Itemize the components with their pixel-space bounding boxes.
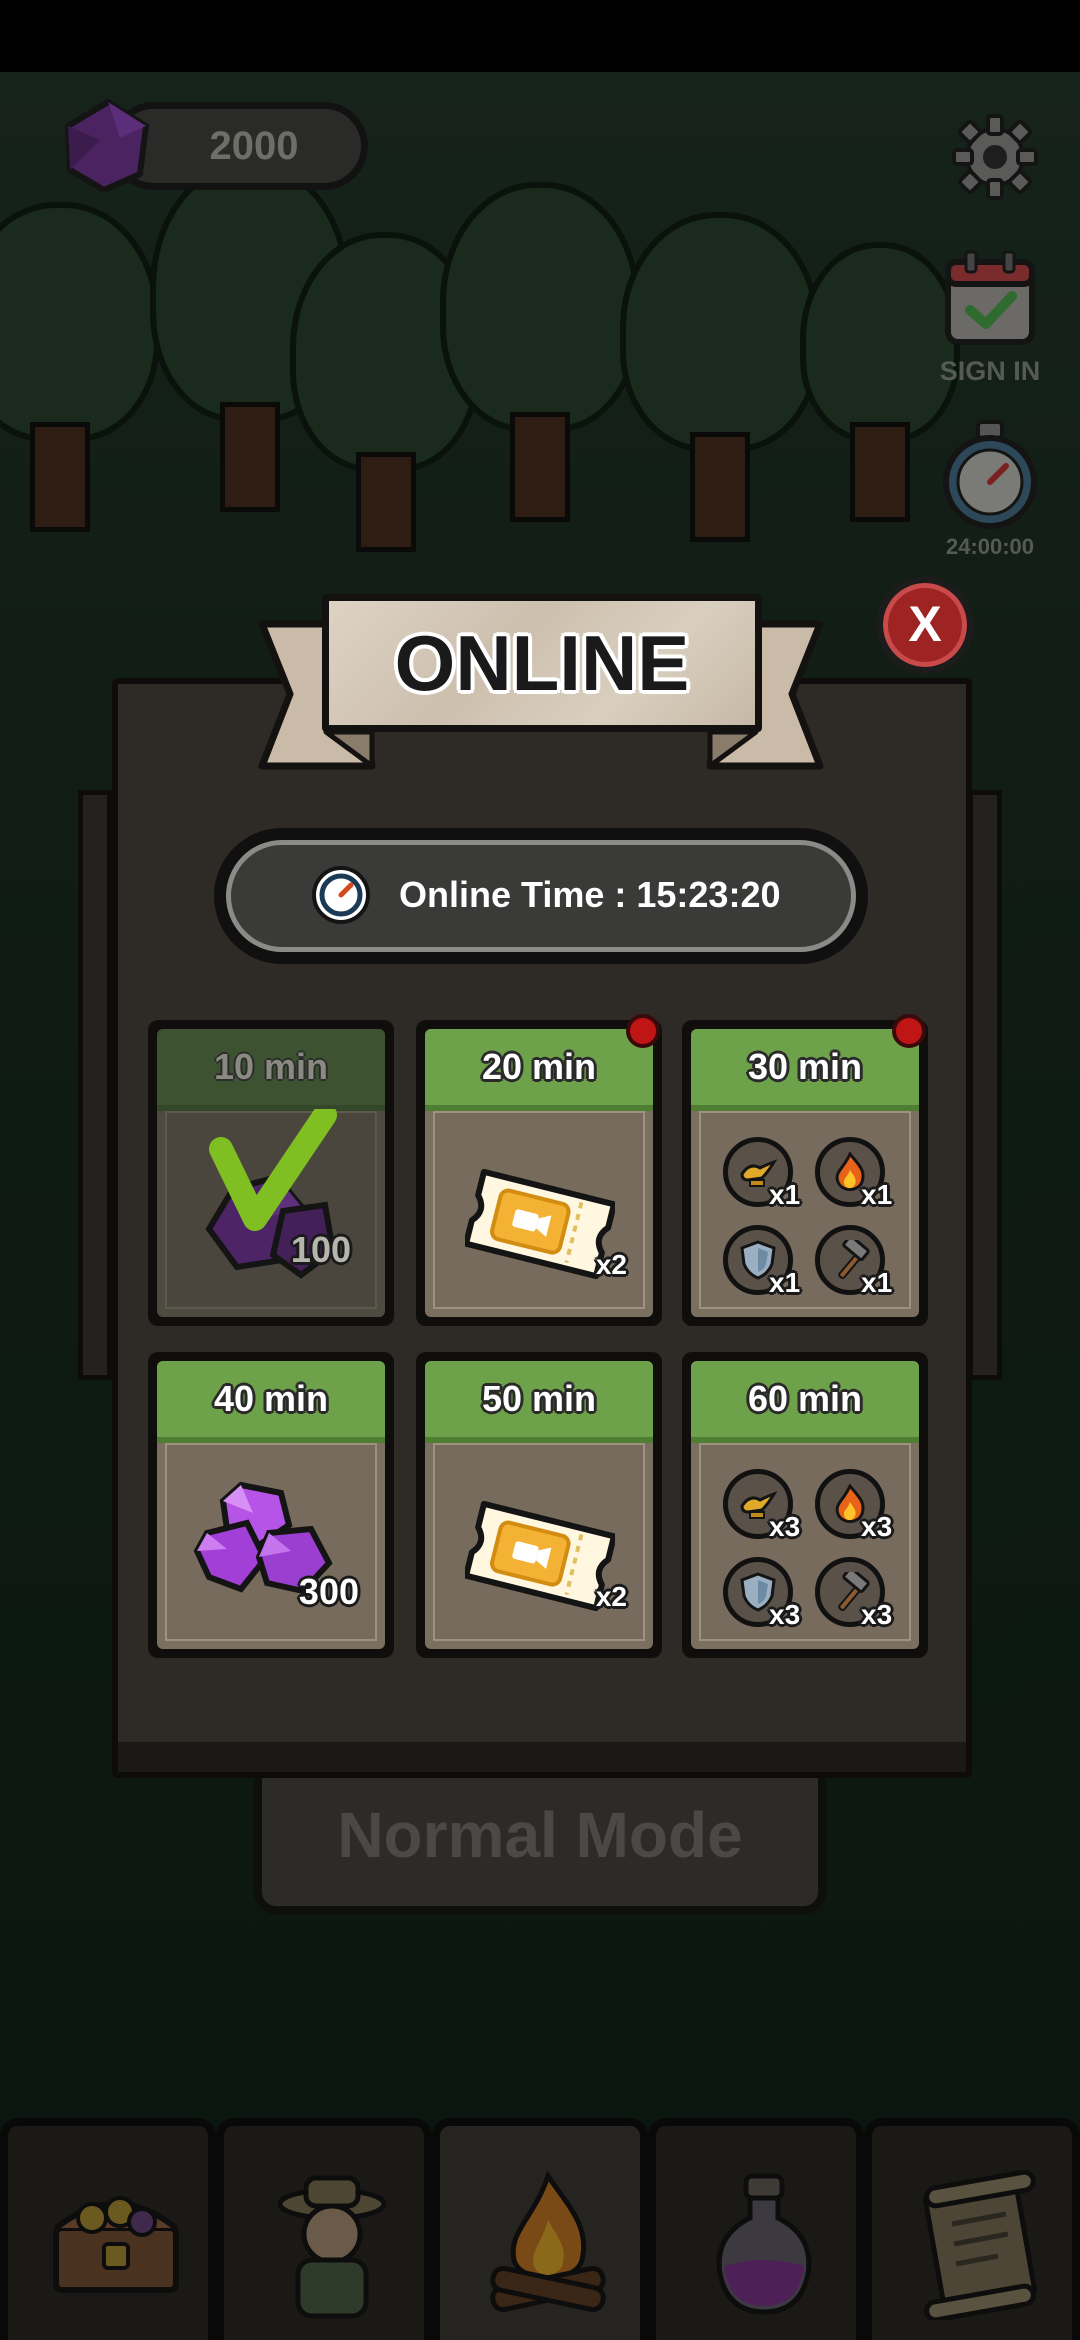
nav-campfire[interactable] [432,2118,648,2340]
modal-side-decoration [78,790,112,1380]
dialog-title: ONLINE [394,619,690,707]
campfire-icon [490,2170,606,2313]
nav-shop[interactable] [0,2118,216,2340]
sign-in-label: SIGN IN [939,356,1041,386]
reward-quantity: x1 [861,1179,893,1210]
reward-quantity: x1 [769,1267,801,1298]
reward-quantity: 100 [290,1229,351,1270]
reward-card-40min[interactable]: 40 min 300 [148,1352,394,1658]
stopwatch-icon [943,420,1037,529]
reward-card-50min[interactable]: 50 min x2 [416,1352,662,1658]
gem-icon [64,98,150,194]
reward-quantity: x3 [769,1511,801,1542]
reward-quantity: x2 [595,1249,627,1280]
normal-mode-label: Normal Mode [337,1799,743,1871]
reward-time-label: 40 min [213,1378,329,1419]
bottom-nav [0,2118,1080,2340]
video-ticket-icon [465,1169,615,1279]
modal-side-decoration [968,790,1002,1380]
video-ticket-icon [465,1501,615,1611]
close-button[interactable]: X [876,576,974,674]
reward-time-label: 60 min [747,1378,863,1419]
reward-time-label: 30 min [747,1046,863,1087]
reward-quantity: 300 [298,1571,359,1612]
dialog-title-ribbon: ONLINE [256,594,826,770]
check-icon [209,1109,337,1231]
reward-card-20min[interactable]: 20 min x2 [416,1014,662,1326]
reward-quantity: x3 [861,1511,893,1542]
reward-time-label: 20 min [481,1046,597,1087]
calendar-check-icon [945,250,1035,345]
nav-character[interactable] [216,2118,432,2340]
treasure-chest-icon [53,2196,179,2293]
reward-time-label: 50 min [481,1378,597,1419]
notification-dot [626,1014,660,1048]
reward-quantity: x3 [769,1599,801,1630]
online-time-display: Online Time : 15:23:20 [214,828,868,964]
status-bar [0,0,1080,72]
nav-potion[interactable] [648,2118,864,2340]
farmer-character-icon [277,2175,387,2319]
reward-quantity: x1 [769,1179,801,1210]
sign-in-button[interactable]: SIGN IN [932,248,1048,398]
reward-time-label: 10 min [213,1046,329,1087]
gem-counter: 2000 [60,98,368,194]
nav-quests[interactable] [864,2118,1080,2340]
reward-quantity: x1 [861,1267,893,1298]
gem-count: 2000 [209,124,299,168]
scroll-icon [922,2170,1038,2320]
reward-card-10min[interactable]: 10 min 100 [148,1020,394,1326]
reward-quantity: x3 [861,1599,893,1630]
gear-icon[interactable] [950,112,1040,202]
online-timer: 24:00:00 [945,534,1035,559]
close-icon: X [908,596,942,652]
normal-mode-button[interactable]: Normal Mode [254,1760,826,1914]
reward-card-60min[interactable]: 60 min x3 x3 x3 x3 [682,1352,928,1658]
potion-icon [716,2173,812,2315]
stopwatch-icon [312,866,370,924]
online-reward-button[interactable]: 24:00:00 [932,420,1048,560]
notification-dot [892,1014,926,1048]
reward-card-30min[interactable]: 30 min x1 x1 x1 x1 [682,1014,928,1326]
online-time-text: Online Time : 15:23:20 [399,874,781,915]
reward-quantity: x2 [595,1581,627,1612]
